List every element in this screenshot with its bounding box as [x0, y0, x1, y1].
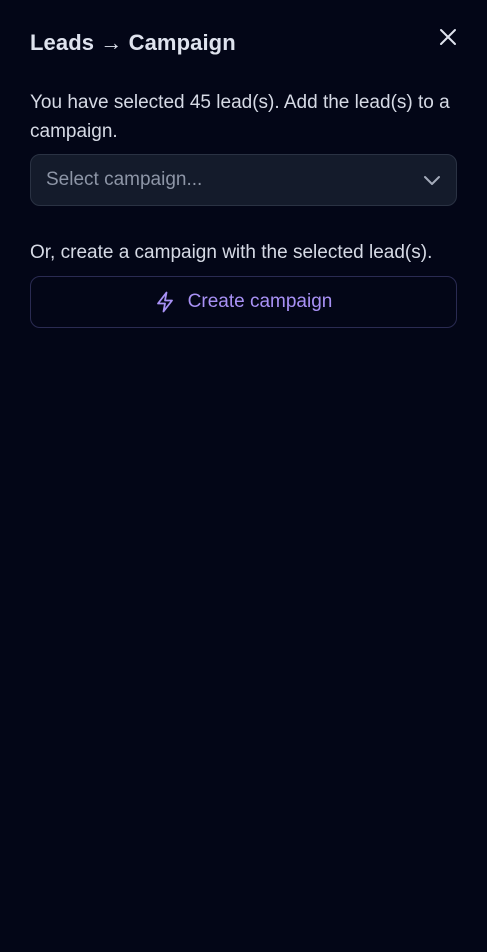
create-description: Or, create a campaign with the selected …	[30, 242, 433, 263]
selection-description: You have selected 45 lead(s). Add the le…	[30, 92, 450, 142]
chevron-down-icon	[422, 170, 442, 190]
panel-header: Leads → Campaign	[30, 0, 457, 88]
panel-title: Leads → Campaign	[30, 30, 236, 55]
lightning-icon	[155, 291, 175, 313]
campaign-select[interactable]: Select campaign...	[30, 154, 457, 206]
create-campaign-label: Create campaign	[187, 291, 333, 312]
close-button[interactable]	[437, 26, 459, 48]
close-icon	[440, 29, 456, 45]
create-campaign-button[interactable]: Create campaign	[30, 276, 457, 328]
campaign-select-placeholder: Select campaign...	[46, 169, 203, 190]
leads-to-campaign-panel: Leads → Campaign You have selected 45 le…	[0, 0, 487, 952]
